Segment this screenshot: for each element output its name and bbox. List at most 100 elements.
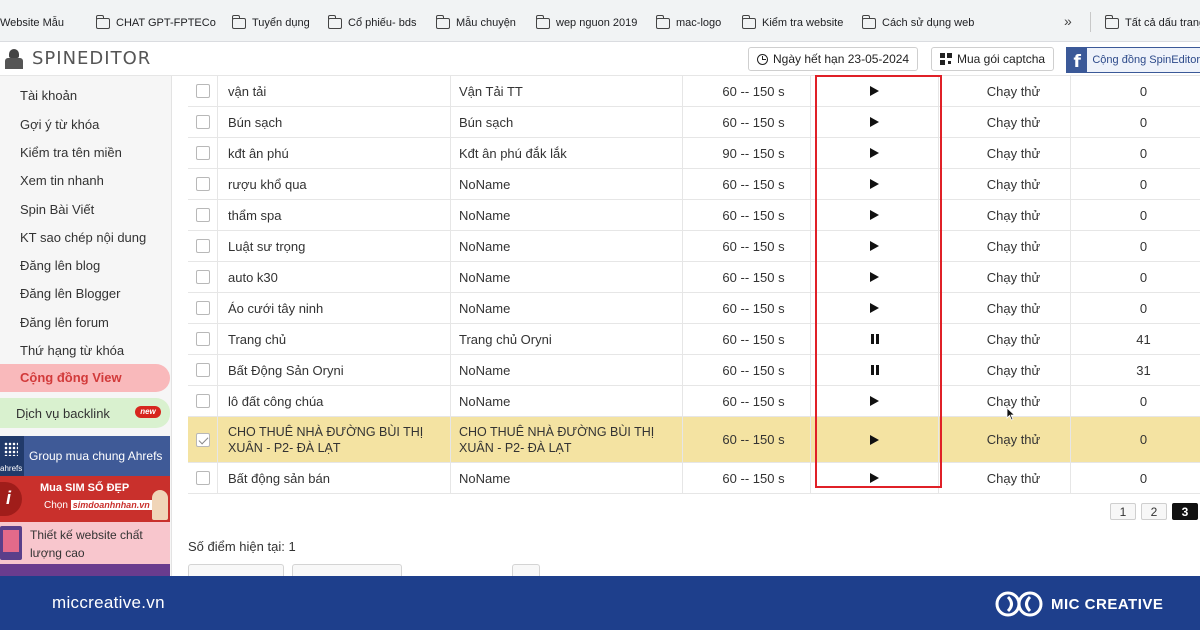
bookmark-chatgpt[interactable]: CHAT GPT-FPTECo (95, 14, 216, 31)
play-icon[interactable] (870, 272, 879, 282)
sidebar-item-community-view[interactable]: Cộng đồng View (0, 364, 170, 392)
control-cell (811, 138, 939, 168)
control-cell (811, 324, 939, 354)
sidebar-item-keyword-rank[interactable]: Thứ hạng từ khóa (20, 340, 124, 360)
play-icon[interactable] (870, 473, 879, 483)
play-icon[interactable] (870, 396, 879, 406)
page-button-1[interactable]: 1 (1110, 503, 1136, 520)
bookmark-mac-logo[interactable]: mac-logo (655, 14, 721, 31)
ahrefs-promo-banner[interactable]: ahrefs Group mua chung Ahrefs (0, 436, 170, 476)
sidebar-item-post-blogger[interactable]: Đăng lên Blogger (20, 283, 120, 303)
row-checkbox[interactable] (195, 270, 210, 284)
site-name-cell: Trang chủ Oryni (451, 324, 683, 354)
test-run-link[interactable]: Chạy thử (939, 262, 1071, 292)
bookmark-mau-chuyen[interactable]: Mẫu chuyện (435, 14, 516, 31)
row-checkbox[interactable] (195, 208, 210, 222)
sidebar-item-keyword-suggest[interactable]: Gợi ý từ khóa (20, 114, 99, 134)
spineditor-logo[interactable]: SPINEDITOR (4, 48, 151, 69)
row-checkbox[interactable] (195, 84, 210, 98)
test-run-link[interactable]: Chạy thử (939, 417, 1071, 462)
play-icon[interactable] (870, 434, 879, 445)
pause-icon[interactable] (870, 334, 879, 344)
sidebar-item-label: Đăng lên blog (20, 257, 101, 273)
sidebar-item-quick-news[interactable]: Xem tin nhanh (20, 170, 104, 190)
time-range-cell: 60 -- 150 s (683, 417, 811, 462)
view-count-cell: 0 (1139, 470, 1148, 486)
test-run-link[interactable]: Chạy thử (939, 463, 1071, 493)
bookmarks-overflow-icon[interactable]: » (1064, 13, 1072, 29)
sidebar-item-copy-check[interactable]: KT sao chép nội dung (20, 227, 146, 247)
row-checkbox[interactable] (195, 301, 210, 315)
current-points: Số điểm hiện tại: 1 (188, 539, 296, 554)
sidebar-item-post-forum[interactable]: Đăng lên forum (20, 312, 109, 332)
bookmark-co-phieu[interactable]: Cổ phiếu- bds (327, 14, 417, 31)
view-count-cell: 0 (1139, 83, 1148, 99)
sidebar-item-domain-check[interactable]: Kiểm tra tên miền (20, 142, 122, 162)
site-name-cell: NoName (451, 386, 683, 416)
web-design-promo-banner[interactable]: Thiết kế website chất lượng cao (0, 522, 170, 564)
sidebar-item-spin-article[interactable]: Spin Bài Viết (20, 199, 94, 219)
pause-icon[interactable] (870, 365, 879, 375)
test-run-link[interactable]: Chạy thử (939, 355, 1071, 385)
row-select-cell (188, 417, 218, 462)
test-run-link[interactable]: Chạy thử (939, 324, 1071, 354)
row-checkbox[interactable] (195, 363, 210, 377)
play-icon[interactable] (870, 303, 879, 313)
sidebar-item-label: Đăng lên Blogger (20, 285, 121, 301)
sidebar-item-backlink-service[interactable]: Dịch vụ backlink new (0, 398, 170, 428)
community-button[interactable]: f Cộng đồng SpinEditor (1066, 47, 1200, 73)
web-promo-line2: lượng cao (30, 546, 85, 560)
row-checkbox[interactable] (195, 115, 210, 129)
control-cell (811, 355, 939, 385)
bookmark-website-mau[interactable]: Website Mẫu (0, 15, 64, 31)
expiry-label: Ngày hết hạn 23-05-2024 (773, 52, 910, 66)
play-icon[interactable] (870, 86, 879, 96)
bookmark-all[interactable]: Tất cả dấu trang (1104, 14, 1200, 31)
page-button-3[interactable]: 3 (1172, 503, 1198, 520)
play-icon[interactable] (870, 210, 879, 220)
keyword-cell: Bất động sản bán (218, 463, 451, 493)
row-select-cell (188, 355, 218, 385)
test-run-link[interactable]: Chạy thử (939, 386, 1071, 416)
view-count-cell: 0 (1139, 432, 1148, 447)
bookmark-tuyen-dung[interactable]: Tuyển dụng (231, 14, 310, 31)
test-run-link[interactable]: Chạy thử (939, 200, 1071, 230)
row-checkbox[interactable] (195, 471, 210, 485)
row-checkbox[interactable] (195, 239, 210, 253)
bookmarks-bar: Website Mẫu CHAT GPT-FPTECo Tuyển dụng C… (0, 0, 1200, 42)
sidebar-item-account[interactable]: Tài khoản (20, 85, 77, 105)
row-checkbox[interactable] (195, 177, 210, 191)
sim-promo-banner[interactable]: i Mua SIM SỐ ĐẸP Chọn simdoanhnhan.vn (0, 476, 170, 522)
bookmark-label: Cổ phiếu- bds (348, 17, 417, 29)
play-icon[interactable] (870, 117, 879, 127)
bookmark-cach-su-dung[interactable]: Cách sử dụng web (861, 14, 975, 31)
test-run-link[interactable]: Chạy thử (939, 293, 1071, 323)
play-icon[interactable] (870, 148, 879, 158)
play-icon[interactable] (870, 241, 879, 251)
page-button-2[interactable]: 2 (1141, 503, 1167, 520)
test-run-link[interactable]: Chạy thử (939, 107, 1071, 137)
buy-captcha-button[interactable]: Mua gói captcha (931, 47, 1055, 71)
sidebar-item-label: KT sao chép nội dung (20, 229, 147, 245)
site-name-cell: Vận Tải TT (451, 76, 683, 106)
control-cell (811, 262, 939, 292)
row-checkbox[interactable] (195, 146, 210, 160)
sidebar-item-post-blog[interactable]: Đăng lên blog (20, 255, 100, 275)
play-icon[interactable] (870, 179, 879, 189)
row-checkbox[interactable] (195, 432, 210, 447)
test-run-link[interactable]: Chạy thử (939, 138, 1071, 168)
row-checkbox[interactable] (195, 394, 210, 408)
test-run-link[interactable]: Chạy thử (939, 76, 1071, 106)
view-count-cell: 0 (1139, 145, 1148, 161)
bookmark-label: Cách sử dụng web (882, 17, 975, 29)
test-run-link[interactable]: Chạy thử (939, 231, 1071, 261)
facebook-icon: f (1067, 48, 1088, 72)
expiry-date-button[interactable]: Ngày hết hạn 23-05-2024 (748, 47, 919, 71)
row-select-cell (188, 200, 218, 230)
test-run-link[interactable]: Chạy thử (939, 169, 1071, 199)
bookmark-wep-nguon[interactable]: wep nguon 2019 (535, 14, 637, 31)
bookmark-kiem-tra-website[interactable]: Kiểm tra website (741, 14, 843, 31)
promo-banner-partial[interactable] (0, 564, 170, 576)
row-checkbox[interactable] (195, 332, 210, 346)
table-row: Trang chủ Trang chủ Oryni 60 -- 150 s Chạy … (188, 324, 1200, 355)
